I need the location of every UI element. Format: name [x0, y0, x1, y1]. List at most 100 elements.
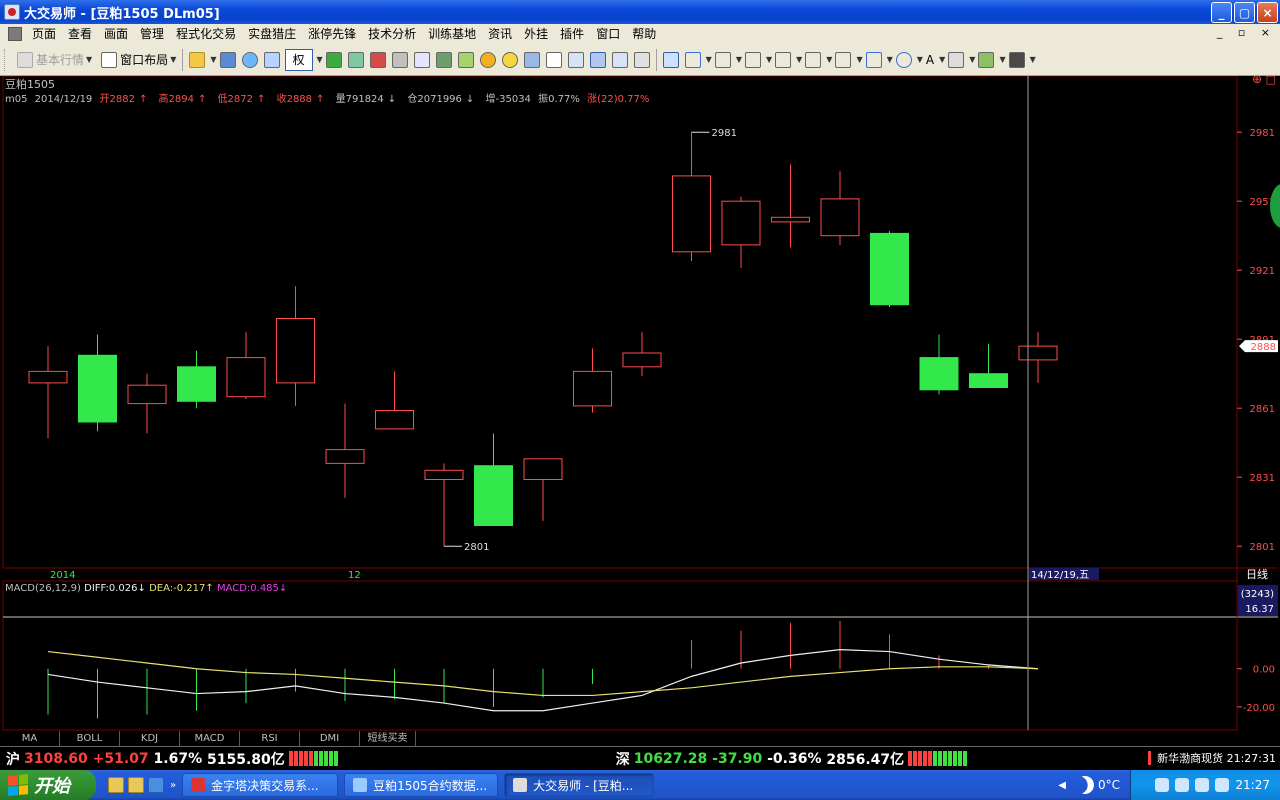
- open-value: 开2882 ↑: [99, 94, 151, 105]
- stack-icon[interactable]: [457, 51, 474, 68]
- menu-addons[interactable]: 外挂: [518, 24, 554, 44]
- start-button[interactable]: 开始: [0, 770, 96, 800]
- tray-clock[interactable]: 21:27: [1235, 778, 1270, 792]
- draw-ellipse-icon[interactable]: [895, 51, 912, 68]
- draw-channel-icon[interactable]: [805, 51, 822, 68]
- chevron-down-icon[interactable]: ▼: [887, 55, 893, 64]
- menu-help[interactable]: 帮助: [626, 24, 662, 44]
- draw-parallel-icon[interactable]: [835, 51, 852, 68]
- task-trader[interactable]: 大交易师 - [豆粕...: [504, 773, 655, 797]
- tray-expand-icon[interactable]: ◀: [1058, 780, 1066, 791]
- draw-rectangle-icon[interactable]: [865, 51, 882, 68]
- list-icon[interactable]: [369, 51, 386, 68]
- task-soymeal-data[interactable]: 豆粕1505合约数据...: [344, 773, 499, 797]
- folder-icon[interactable]: [128, 777, 144, 793]
- mail-icon[interactable]: [435, 51, 452, 68]
- minimize-button[interactable]: _: [1211, 2, 1232, 23]
- save-icon[interactable]: [1008, 51, 1025, 68]
- draw-fan-icon[interactable]: [775, 51, 792, 68]
- browser-icon[interactable]: [148, 777, 164, 793]
- task-pyramid[interactable]: 金字塔决策交易系...: [182, 773, 339, 797]
- network-icon[interactable]: [1155, 778, 1170, 792]
- chevron-down-icon[interactable]: ▼: [969, 55, 975, 64]
- toolbar-grip[interactable]: [4, 48, 7, 71]
- chevron-down-icon[interactable]: ▼: [766, 55, 772, 64]
- window-icon[interactable]: [567, 51, 584, 68]
- gear-icon[interactable]: [501, 51, 518, 68]
- menu-live-hunt[interactable]: 实盘猎庄: [242, 24, 302, 44]
- panel-icon[interactable]: [611, 51, 628, 68]
- line-chart-icon[interactable]: [589, 51, 606, 68]
- draw-line-icon[interactable]: [684, 51, 701, 68]
- copy-drawing-icon[interactable]: [948, 51, 965, 68]
- basic-quote-button[interactable]: 基本行情 ▼: [11, 49, 95, 71]
- draw-vlines-icon[interactable]: [744, 51, 761, 68]
- menu-page[interactable]: 页面: [26, 24, 62, 44]
- tab-ma[interactable]: MA: [0, 731, 60, 746]
- news-ticker[interactable]: 新华渤商现货: [1157, 750, 1223, 766]
- chevron-down-icon[interactable]: ▼: [856, 55, 862, 64]
- tab-dmi[interactable]: DMI: [300, 731, 360, 746]
- chevron-down-icon[interactable]: ▼: [736, 55, 742, 64]
- menu-training[interactable]: 训练基地: [422, 24, 482, 44]
- tab-boll[interactable]: BOLL: [60, 731, 120, 746]
- window-layout-button[interactable]: 窗口布局 ▼: [95, 49, 179, 71]
- color-grid-icon[interactable]: [978, 51, 995, 68]
- menu-window[interactable]: 窗口: [590, 24, 626, 44]
- tab-rsi[interactable]: RSI: [240, 731, 300, 746]
- grid-icon[interactable]: [523, 51, 540, 68]
- macd-header-part: ↑: [205, 583, 217, 594]
- chevron-down-icon[interactable]: ▼: [826, 55, 832, 64]
- tab-short-trade[interactable]: 短线买卖: [360, 731, 416, 746]
- tab-kdj[interactable]: KDJ: [120, 731, 180, 746]
- close-button[interactable]: ×: [1257, 2, 1278, 23]
- weather[interactable]: ◀ 0°C: [1058, 770, 1120, 800]
- chevron-down-icon[interactable]: ▼: [210, 55, 216, 64]
- menu-news[interactable]: 资讯: [482, 24, 518, 44]
- menu-screen[interactable]: 画面: [98, 24, 134, 44]
- tab-macd[interactable]: MACD: [180, 731, 240, 746]
- chart-icon[interactable]: [219, 51, 236, 68]
- chevron-down-icon[interactable]: ▼: [706, 55, 712, 64]
- chevron-down-icon[interactable]: ▼: [796, 55, 802, 64]
- menu-technical-analysis[interactable]: 技术分析: [362, 24, 422, 44]
- current-price-label: 2888: [1251, 342, 1276, 353]
- menu-plugins[interactable]: 插件: [554, 24, 590, 44]
- draw-text-button[interactable]: A: [923, 49, 937, 71]
- open-folder-icon[interactable]: [189, 51, 206, 68]
- menu-page-icon[interactable]: [8, 27, 22, 41]
- chevron-down-icon[interactable]: ▼: [939, 55, 945, 64]
- folder-icon[interactable]: [108, 777, 124, 793]
- shield-icon[interactable]: [1175, 778, 1190, 792]
- draw-pointer-icon[interactable]: [662, 51, 679, 68]
- table-icon[interactable]: [545, 51, 562, 68]
- menu-limit-up[interactable]: 涨停先锋: [302, 24, 362, 44]
- price-chart-svg[interactable]: 2981295129212891286128312801 0.00-20.00(…: [0, 72, 1280, 746]
- chevron-down-icon[interactable]: ▼: [317, 55, 323, 64]
- document-icon[interactable]: [413, 51, 430, 68]
- menu-manage[interactable]: 管理: [134, 24, 170, 44]
- maximize-button[interactable]: ▢: [1234, 2, 1255, 23]
- quick-launch-more-icon[interactable]: »: [170, 780, 176, 791]
- app-window: 大交易师 - [豆粕1505 DLm05] _ ▢ × 页面 查看 画面 管理 …: [0, 0, 1280, 800]
- print-icon[interactable]: [633, 51, 650, 68]
- screen-icon[interactable]: [263, 51, 280, 68]
- antivirus-icon[interactable]: [1215, 778, 1230, 792]
- rights-adjust-select[interactable]: 权: [284, 48, 313, 71]
- x-label-year: 2014: [50, 570, 75, 581]
- warning-icon[interactable]: [479, 51, 496, 68]
- volume-icon[interactable]: [1195, 778, 1210, 792]
- menu-view[interactable]: 查看: [62, 24, 98, 44]
- indicator-icon[interactable]: [325, 51, 342, 68]
- chevron-down-icon[interactable]: ▼: [1030, 55, 1036, 64]
- crosshair-icon[interactable]: [241, 51, 258, 68]
- copy-icon[interactable]: [391, 51, 408, 68]
- chart-area[interactable]: 2981295129212891286128312801 0.00-20.00(…: [0, 72, 1280, 746]
- chevron-down-icon[interactable]: ▼: [999, 55, 1005, 64]
- compare-icon[interactable]: [347, 51, 364, 68]
- layout-icon: [101, 51, 118, 68]
- menu-program-trading[interactable]: 程式化交易: [170, 24, 242, 44]
- mdi-controls[interactable]: _ ▫ ×: [1217, 26, 1276, 39]
- up-arrow-icon: ↑: [316, 94, 325, 105]
- draw-hline-icon[interactable]: [714, 51, 731, 68]
